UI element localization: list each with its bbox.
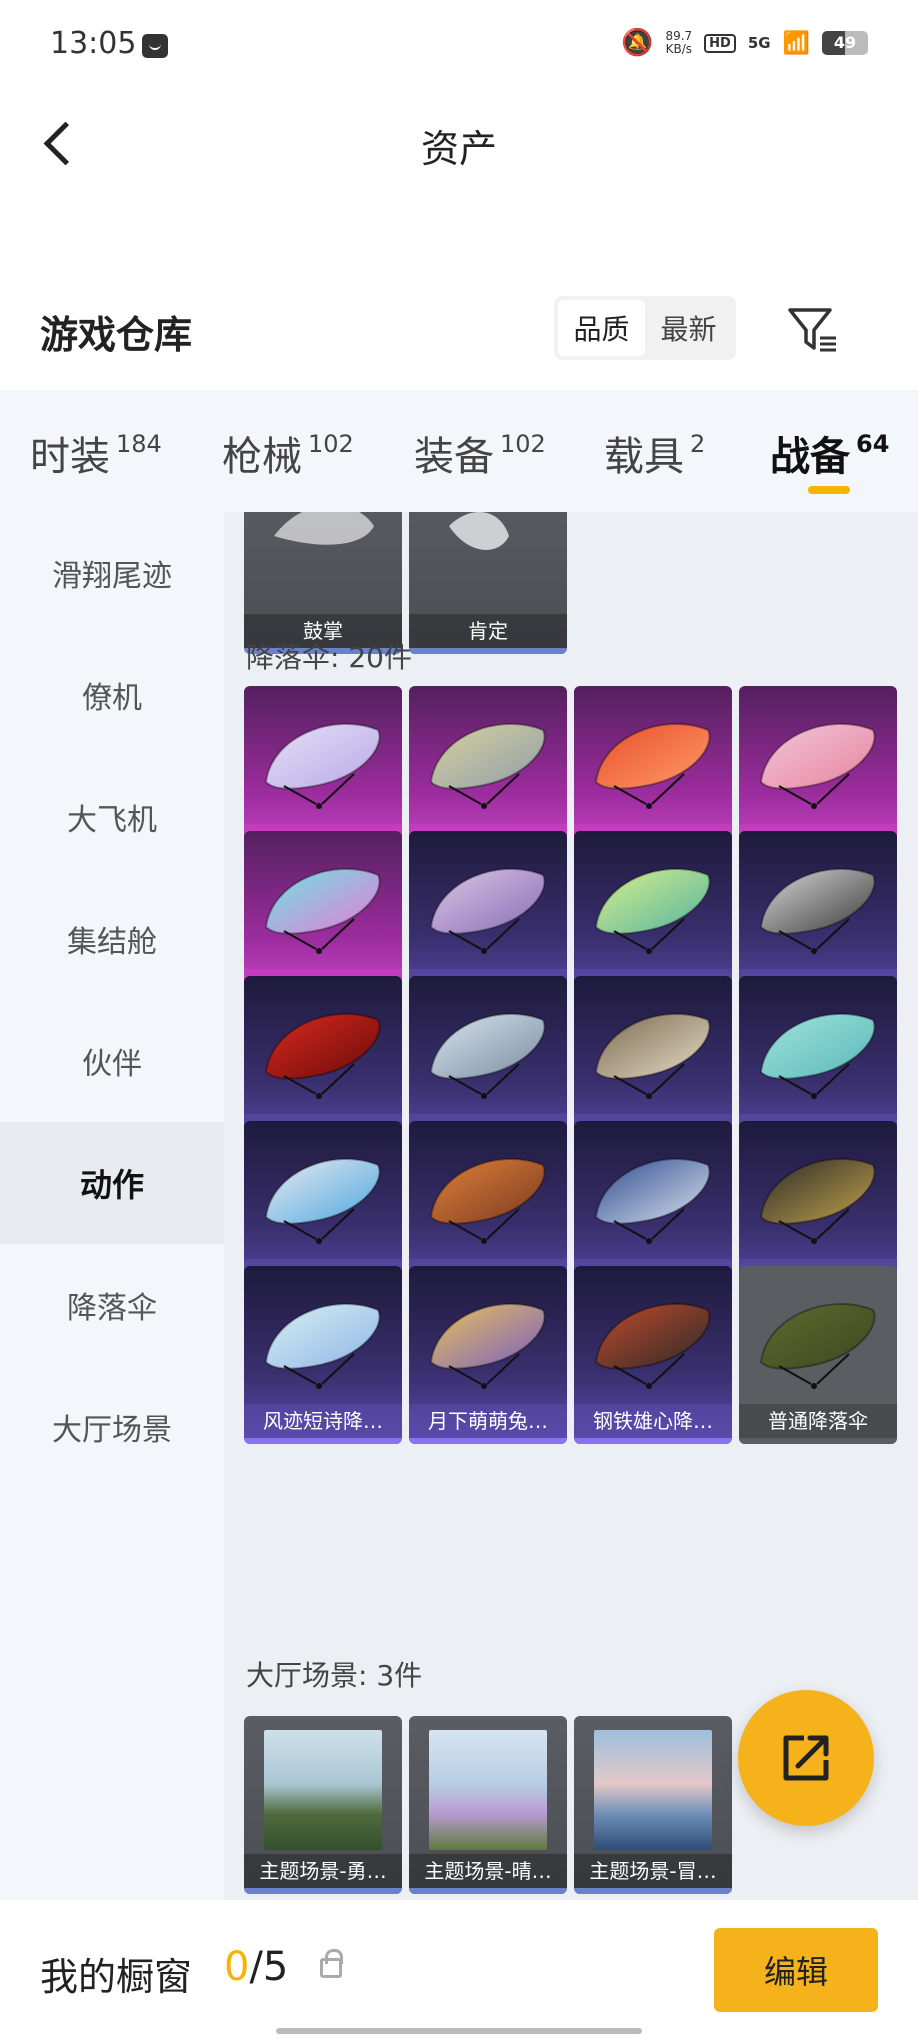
status-bar: 13:05 🔕 89.7 KB/s HD 5G 📶 49 bbox=[0, 0, 918, 90]
home-indicator bbox=[276, 2028, 642, 2034]
parachute-thumbnail bbox=[739, 1266, 897, 1410]
parachute-thumbnail bbox=[409, 1266, 567, 1410]
parachute-name: 月下萌萌兔… bbox=[409, 1404, 567, 1438]
parachute-thumbnail bbox=[244, 1266, 402, 1410]
sidebar-item-parachute[interactable]: 降落伞 bbox=[0, 1244, 224, 1366]
tab-weapons[interactable]: 枪械 102 bbox=[222, 424, 354, 482]
tab-equipment[interactable]: 装备 102 bbox=[414, 424, 546, 482]
parachute-name: 钢铁雄心降… bbox=[574, 1404, 732, 1438]
page-title: 资产 bbox=[420, 127, 497, 171]
sidebar-item-companion[interactable]: 伙伴 bbox=[0, 1000, 224, 1122]
sidebar-item-lobby-scene[interactable]: 大厅场景 bbox=[0, 1366, 224, 1488]
scene-thumbnail bbox=[429, 1730, 547, 1850]
group-title-parachute: 降落伞: 20件 bbox=[246, 641, 412, 674]
parachute-thumbnail bbox=[574, 1266, 732, 1410]
parachute-name: 普通降落伞 bbox=[739, 1404, 897, 1438]
signal-5g-icon: 5G bbox=[747, 34, 771, 52]
parachute-thumbnail bbox=[244, 686, 402, 830]
lock-icon bbox=[320, 1949, 343, 1978]
parachute-name: 风迹短诗降… bbox=[244, 1404, 402, 1438]
parachute-card[interactable]: 钢铁雄心降… bbox=[574, 1266, 732, 1444]
item-card[interactable]: 肯定 bbox=[409, 512, 567, 654]
message-notification-icon bbox=[142, 34, 168, 58]
wifi-icon: 📶 bbox=[782, 30, 810, 56]
showcase-bar: 我的橱窗 0/5 编辑 bbox=[0, 1900, 918, 2040]
tab-vehicles[interactable]: 载具 2 bbox=[604, 424, 705, 482]
parachute-thumbnail bbox=[574, 831, 732, 975]
showcase-count: 0/5 bbox=[224, 1944, 289, 1990]
parachute-thumbnail bbox=[244, 976, 402, 1120]
scene-thumbnail bbox=[594, 1730, 712, 1850]
emote-thumbnail bbox=[244, 512, 402, 620]
tab-outfits[interactable]: 时装 184 bbox=[30, 424, 162, 482]
parachute-card[interactable]: 月下萌萌兔… bbox=[409, 1266, 567, 1444]
network-speed: 89.7 KB/s bbox=[665, 29, 693, 56]
parachute-thumbnail bbox=[574, 686, 732, 830]
battery-icon: 49 bbox=[822, 31, 868, 55]
sidebar-item-emotes[interactable]: 动作 bbox=[0, 1122, 224, 1244]
parachute-thumbnail bbox=[409, 686, 567, 830]
showcase-label: 我的橱窗 bbox=[40, 1955, 193, 1999]
parachute-thumbnail bbox=[409, 831, 567, 975]
app-header: 资产 bbox=[0, 90, 918, 200]
parachute-thumbnail bbox=[244, 1121, 402, 1265]
sidebar-item-glide-trail[interactable]: 滑翔尾迹 bbox=[0, 512, 224, 634]
tab-battle-gear[interactable]: 战备 64 bbox=[770, 424, 889, 494]
parachute-thumbnail bbox=[574, 1121, 732, 1265]
item-card[interactable]: 主题场景-冒… bbox=[574, 1716, 732, 1894]
emote-thumbnail bbox=[409, 512, 567, 620]
parachute-thumbnail bbox=[574, 976, 732, 1120]
sidebar-item-assembly-pod[interactable]: 集结舱 bbox=[0, 878, 224, 1000]
sidebar-item-plane[interactable]: 大飞机 bbox=[0, 756, 224, 878]
sort-quality-button[interactable]: 品质 bbox=[558, 300, 645, 356]
active-tab-indicator bbox=[808, 486, 850, 494]
parachute-card[interactable]: 风迹短诗降… bbox=[244, 1266, 402, 1444]
item-card[interactable]: 主题场景-晴… bbox=[409, 1716, 567, 1894]
warehouse-header: 游戏仓库 品质 最新 bbox=[0, 280, 918, 390]
parachute-thumbnail bbox=[739, 1121, 897, 1265]
hd-icon: HD bbox=[704, 33, 736, 53]
sidebar-item-wingman[interactable]: 僚机 bbox=[0, 634, 224, 756]
parachute-thumbnail bbox=[409, 1121, 567, 1265]
item-card[interactable]: 鼓掌 bbox=[244, 512, 402, 654]
parachute-thumbnail bbox=[739, 686, 897, 830]
parachute-thumbnail bbox=[739, 831, 897, 975]
external-link-icon bbox=[783, 1735, 829, 1781]
parachute-thumbnail bbox=[244, 831, 402, 975]
edit-button[interactable]: 编辑 bbox=[714, 1928, 878, 2012]
category-tabs: 时装 184 枪械 102 装备 102 载具 2 战备 64 bbox=[0, 390, 918, 512]
status-time: 13:05 bbox=[50, 26, 137, 61]
filter-icon[interactable] bbox=[786, 304, 838, 356]
share-fab[interactable] bbox=[738, 1690, 874, 1826]
sort-newest-button[interactable]: 最新 bbox=[645, 300, 732, 356]
parachute-thumbnail bbox=[409, 976, 567, 1120]
section-title: 游戏仓库 bbox=[40, 313, 193, 357]
parachute-thumbnail bbox=[739, 976, 897, 1120]
parachute-card[interactable]: 普通降落伞 bbox=[739, 1266, 897, 1444]
group-title-lobby-scene: 大厅场景: 3件 bbox=[246, 1659, 423, 1692]
sort-toggle: 品质 最新 bbox=[554, 296, 736, 360]
item-card[interactable]: 主题场景-勇… bbox=[244, 1716, 402, 1894]
scene-thumbnail bbox=[264, 1730, 382, 1850]
sidebar: 滑翔尾迹 僚机 大飞机 集结舱 伙伴 动作 降落伞 大厅场景 bbox=[0, 512, 224, 1900]
bell-muted-icon: 🔕 bbox=[621, 28, 654, 58]
